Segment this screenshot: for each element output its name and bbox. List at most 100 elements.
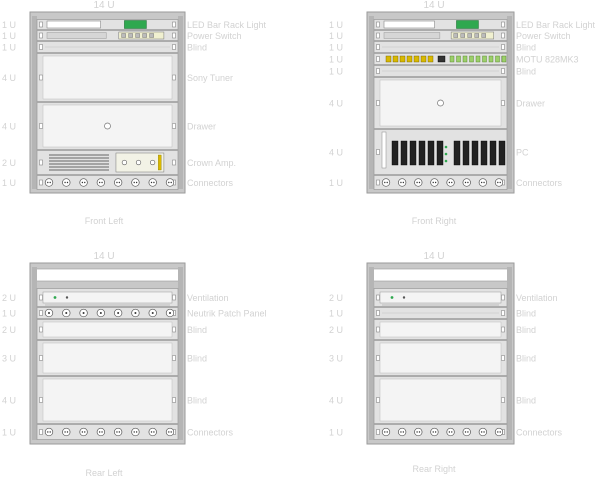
jack-center <box>65 312 68 314</box>
amp-knob <box>121 159 128 166</box>
rack-unit: 1 U Connectors <box>329 175 563 190</box>
outlet-pin <box>467 431 469 433</box>
outlet-pin <box>118 431 121 433</box>
pc-drive-bay <box>489 140 497 166</box>
rack-rail-right <box>178 267 183 440</box>
unit-name-label: Connectors <box>516 178 563 188</box>
rack-unit: 4 U Sony Tuner <box>2 53 233 102</box>
unit-size-label: 1 U <box>329 67 343 77</box>
pc-drive-bay <box>418 140 426 166</box>
vent-switch <box>65 296 69 299</box>
mount-screw <box>376 56 380 62</box>
mount-screw <box>501 397 505 403</box>
motu-level-led <box>475 55 481 63</box>
outlet-pin <box>116 181 118 184</box>
amp-meter <box>158 154 162 171</box>
rack-top-band <box>372 268 509 282</box>
vent-face <box>379 291 502 304</box>
rack-unit: 1 U Power Switch <box>2 30 242 41</box>
unit-size-label: 4 U <box>2 122 16 132</box>
rack-rail-right <box>178 16 183 189</box>
blind-face <box>42 321 173 338</box>
mount-screw <box>172 159 176 166</box>
unit-name-label: Neutrik Patch Panel <box>187 309 267 319</box>
mount-screw <box>39 32 43 39</box>
switch-toggle <box>467 33 472 38</box>
unit-size-label: 4 U <box>2 396 16 406</box>
rack-title: 14 U <box>93 251 114 262</box>
mount-screw <box>376 100 380 106</box>
rack-unit: 3 U Blind <box>329 340 536 376</box>
mount-screw <box>172 355 176 361</box>
unit-size-label: 1 U <box>329 31 343 41</box>
amp-knob <box>135 159 142 166</box>
unit-name-label: Blind <box>187 354 207 364</box>
outlet-pin <box>135 431 138 433</box>
rack-unit: 4 U Blind <box>329 376 536 424</box>
power-strip <box>46 32 107 39</box>
pc-drive-bay <box>462 140 470 166</box>
jack-center <box>151 312 154 314</box>
unit-name-label: Blind <box>516 67 536 77</box>
switch-toggle <box>481 33 486 38</box>
unit-size-label: 2 U <box>2 325 16 335</box>
power-outlet <box>462 178 471 187</box>
jack-center <box>82 312 85 314</box>
unit-size-label: 1 U <box>2 20 16 30</box>
outlet-pin <box>400 431 402 433</box>
power-outlet <box>430 427 439 437</box>
outlet-pin <box>84 181 86 184</box>
rack-unit: 2 U Ventilation <box>329 288 558 307</box>
mount-screw <box>39 326 43 333</box>
unit-name-label: Blind <box>516 43 536 53</box>
outlet-pin <box>480 431 483 433</box>
unit-name-label: Drawer <box>516 99 545 109</box>
outlet-pin <box>98 181 101 184</box>
power-outlet <box>446 427 455 437</box>
outlet-pin <box>451 431 453 433</box>
unit-name-label: Blind <box>187 43 207 53</box>
pc-drive-bay <box>391 140 399 166</box>
mount-screw <box>501 32 505 39</box>
outlet-pin <box>170 181 172 184</box>
unit-size-label: 3 U <box>2 354 16 364</box>
unit-size-label: 1 U <box>329 55 343 65</box>
outlet-pin <box>101 181 103 184</box>
motu-level-led <box>469 55 474 63</box>
unit-size-label: 1 U <box>329 178 343 188</box>
pc-drive-bay <box>498 140 506 166</box>
outlet-pin <box>66 431 69 433</box>
unit-name-label: Ventilation <box>187 293 229 303</box>
mount-screw <box>172 326 176 333</box>
outlet-pin <box>47 181 49 184</box>
motu-level-led <box>495 55 500 63</box>
rack-unit: 1 U LED Bar Rack Light <box>2 19 267 30</box>
outlet-pin <box>400 181 402 184</box>
power-outlet <box>62 178 71 187</box>
unit-size-label: 1 U <box>2 31 16 41</box>
pc-drive-bay <box>427 140 435 166</box>
rack-front-left: 14 U Front Left 1 U LED Bar Rack Light 1 U Po… <box>2 0 267 226</box>
unit-name-label: Blind <box>187 325 207 335</box>
mount-screw <box>501 355 505 361</box>
power-outlet <box>96 427 106 437</box>
outlet-pin <box>434 431 437 433</box>
unit-size-label: 2 U <box>2 293 16 303</box>
drawer-knob <box>437 99 444 107</box>
unit-name-label: Power Switch <box>516 31 571 41</box>
mount-screw <box>376 32 380 39</box>
drawer-knob <box>104 122 111 130</box>
unit-name-label: Blind <box>187 396 207 406</box>
rack-unit: 1 U Connectors <box>2 175 234 190</box>
rack-title: 14 U <box>423 251 444 262</box>
jack-center <box>134 312 137 314</box>
unit-size-label: 1 U <box>329 428 343 438</box>
power-outlet <box>62 427 71 437</box>
mount-screw <box>376 310 380 316</box>
rack-unit: 1 U Blind <box>329 307 536 319</box>
outlet-pin <box>170 431 172 433</box>
motu-jack <box>427 55 434 63</box>
rack-caption: Front Right <box>412 216 457 226</box>
jack-center <box>117 312 120 314</box>
rack-rail-right <box>507 267 512 440</box>
